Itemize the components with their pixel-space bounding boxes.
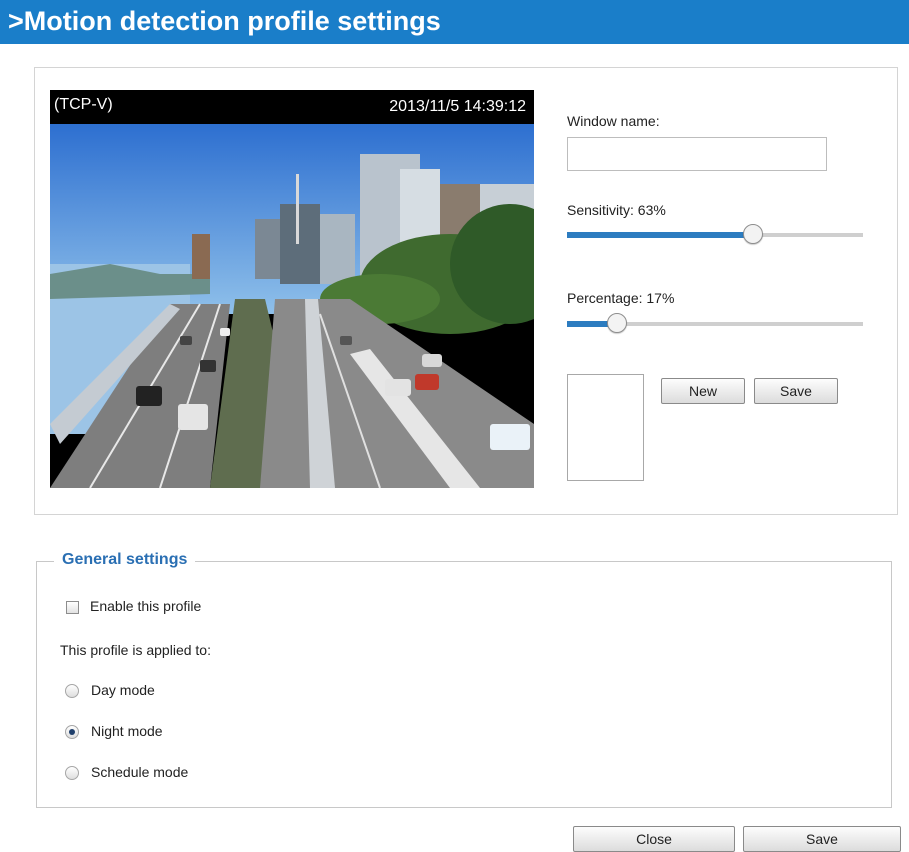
window-name-input[interactable] bbox=[567, 137, 827, 171]
general-settings-legend: General settings bbox=[54, 551, 196, 569]
enable-profile-checkbox[interactable] bbox=[66, 601, 79, 614]
day-mode-label[interactable]: Day mode bbox=[91, 682, 155, 698]
new-window-button[interactable]: New bbox=[661, 378, 745, 404]
page-header: >Motion detection profile settings bbox=[0, 0, 909, 44]
enable-profile-label[interactable]: Enable this profile bbox=[90, 598, 201, 614]
night-mode-radio[interactable] bbox=[65, 725, 79, 739]
schedule-mode-radio[interactable] bbox=[65, 766, 79, 780]
stream-protocol-label: (TCP-V) bbox=[54, 96, 113, 113]
video-overlay-bar: (TCP-V) 2013/11/5 14:39:12 bbox=[50, 90, 534, 124]
percentage-label: Percentage: 17% bbox=[567, 290, 675, 306]
save-window-button[interactable]: Save bbox=[754, 378, 838, 404]
video-timestamp: 2013/11/5 14:39:12 bbox=[389, 98, 526, 115]
page-title: >Motion detection profile settings bbox=[8, 6, 441, 36]
night-mode-label[interactable]: Night mode bbox=[91, 723, 163, 739]
slider-thumb[interactable] bbox=[743, 224, 763, 244]
slider-fill bbox=[567, 232, 753, 238]
day-mode-radio[interactable] bbox=[65, 684, 79, 698]
window-name-label: Window name: bbox=[567, 113, 660, 129]
window-list-box[interactable] bbox=[567, 374, 644, 481]
close-button[interactable]: Close bbox=[573, 826, 735, 852]
sensitivity-label: Sensitivity: 63% bbox=[567, 202, 666, 218]
percentage-slider[interactable] bbox=[567, 313, 863, 334]
save-button[interactable]: Save bbox=[743, 826, 901, 852]
live-video-view[interactable]: (TCP-V) 2013/11/5 14:39:12 bbox=[50, 90, 534, 488]
sensitivity-slider[interactable] bbox=[567, 224, 863, 245]
slider-thumb[interactable] bbox=[607, 313, 627, 333]
schedule-mode-label[interactable]: Schedule mode bbox=[91, 764, 188, 780]
applied-to-label: This profile is applied to: bbox=[60, 642, 211, 658]
camera-scene-image bbox=[50, 124, 534, 488]
